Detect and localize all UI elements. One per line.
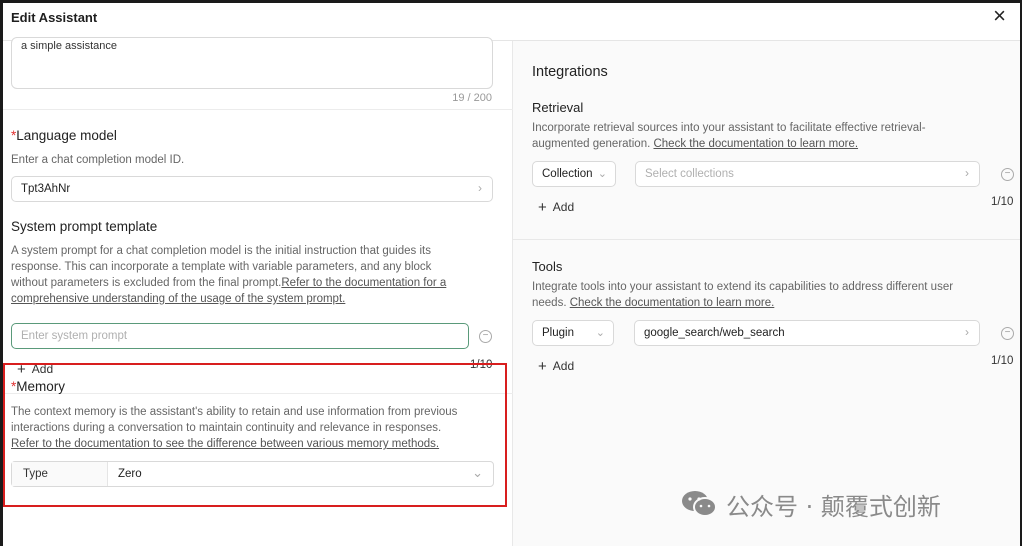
remove-circle-icon[interactable]: −	[1001, 327, 1014, 340]
tools-count: 1/10	[991, 355, 1014, 367]
tools-title: Tools	[532, 259, 563, 274]
add-tool-button[interactable]: + Add	[538, 358, 574, 375]
wechat-icon	[682, 491, 717, 517]
plus-icon: +	[538, 358, 547, 375]
retrieval-help: Incorporate retrieval sources into your …	[532, 122, 926, 150]
description-counter: 19 / 200	[452, 92, 492, 104]
dialog-title: Edit Assistant	[11, 10, 98, 25]
chevron-right-icon: ›	[478, 181, 482, 195]
language-model-input[interactable]: Tpt3AhNr ›	[11, 176, 493, 202]
retrieval-doc-link[interactable]: Check the documentation to learn more.	[653, 138, 858, 150]
right-panel: Integrations Retrieval Incorporate retri…	[513, 41, 1020, 546]
chevron-down-icon: ⌄	[597, 168, 607, 180]
system-prompt-help: A system prompt for a chat completion mo…	[11, 243, 501, 307]
tools-doc-link[interactable]: Check the documentation to learn more.	[570, 297, 775, 309]
chevron-right-icon: ›	[965, 166, 969, 180]
chevron-down-icon: ⌄	[595, 327, 605, 339]
plus-icon: +	[538, 199, 547, 216]
retrieval-type-select[interactable]: Collection ⌄	[532, 161, 616, 187]
memory-type-label: Type	[12, 462, 108, 486]
tool-select[interactable]: google_search/web_search ›	[634, 320, 980, 346]
memory-type-value: Zero	[118, 468, 142, 480]
retrieval-count: 1/10	[991, 196, 1014, 208]
system-prompt-input[interactable]: Enter system prompt	[11, 323, 469, 349]
chevron-down-icon: ⌄	[472, 465, 483, 480]
system-prompt-label: System prompt template	[11, 219, 158, 234]
watermark-text: 公众号 · 颠覆式创新	[726, 492, 941, 521]
memory-section: *Memory The context memory is the assist…	[3, 363, 507, 507]
remove-circle-icon[interactable]: −	[479, 330, 492, 343]
language-model-help: Enter a chat completion model ID.	[11, 154, 185, 166]
system-prompt-doc-link[interactable]: Refer to the documentation for a	[281, 277, 446, 289]
description-value: a simple assistance	[21, 40, 117, 52]
divider	[3, 109, 513, 110]
watermark: 公众号 · 颠覆式创新	[680, 488, 941, 521]
integrations-title: Integrations	[532, 64, 608, 80]
tool-type-select[interactable]: Plugin ⌄	[532, 320, 614, 346]
add-retrieval-button[interactable]: + Add	[538, 199, 574, 216]
description-textarea[interactable]: a simple assistance	[11, 37, 493, 89]
language-model-label: *Language model	[11, 128, 117, 143]
close-icon[interactable]: ×	[993, 5, 1006, 27]
divider	[513, 239, 1020, 240]
system-prompt-doc-link-cont[interactable]: comprehensive understanding of the usage…	[11, 291, 501, 307]
memory-label: *Memory	[11, 379, 66, 394]
remove-circle-icon[interactable]: −	[1001, 168, 1014, 181]
language-model-value: Tpt3AhNr	[21, 183, 71, 195]
system-prompt-placeholder: Enter system prompt	[21, 330, 128, 342]
collections-select[interactable]: Select collections ›	[635, 161, 980, 187]
memory-type-select[interactable]: Type Zero ⌄	[11, 461, 494, 487]
memory-help: The context memory is the assistant's ab…	[11, 404, 505, 452]
chevron-right-icon: ›	[965, 325, 969, 339]
dialog-header: Edit Assistant ×	[3, 3, 1020, 41]
memory-doc-link[interactable]: Refer to the documentation to see the di…	[11, 436, 505, 452]
retrieval-title: Retrieval	[532, 100, 584, 115]
tools-help: Integrate tools into your assistant to e…	[532, 281, 954, 309]
